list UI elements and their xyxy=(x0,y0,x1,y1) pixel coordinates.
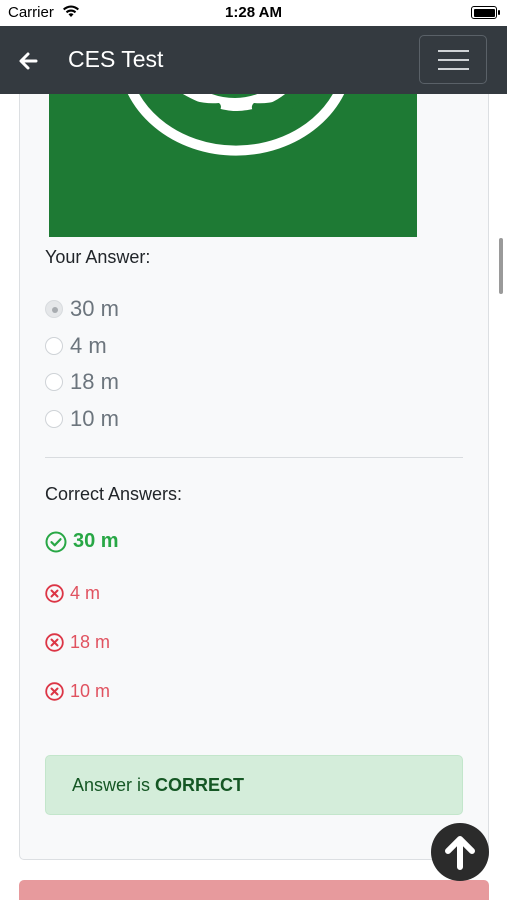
correct-answers-label: Correct Answers: xyxy=(45,484,183,504)
x-circle-icon xyxy=(45,633,64,652)
answer-text: 4 m xyxy=(70,583,101,603)
next-card-edge xyxy=(19,880,489,900)
answer-option[interactable]: 4 m xyxy=(45,331,107,361)
check-circle-icon xyxy=(45,531,67,552)
incorrect-answer-item: 18 m xyxy=(45,632,110,653)
result-alert: Answer is CORRECT xyxy=(45,755,463,815)
answer-option[interactable]: 30 m xyxy=(45,294,119,324)
answer-option[interactable]: 10 m xyxy=(45,404,119,434)
question-card xyxy=(19,94,489,860)
status-bar: Carrier 1:28 AM xyxy=(0,0,507,26)
arrow-left-icon[interactable] xyxy=(14,48,44,74)
answer-text: 18 m xyxy=(70,632,111,652)
radio-button-selected[interactable] xyxy=(45,300,63,318)
answer-option[interactable]: 18 m xyxy=(45,367,119,397)
navbar: CES Test xyxy=(0,26,507,94)
battery-icon xyxy=(471,6,500,19)
arrow-up-icon xyxy=(445,836,475,870)
main-content[interactable]: Your Answer: 30 m 4 m 18 m 10 m Correct … xyxy=(0,94,507,900)
correct-answer-item: 30 m xyxy=(45,530,119,553)
status-time: 1:28 AM xyxy=(225,4,282,21)
radio-button[interactable] xyxy=(45,337,63,355)
scrollbar[interactable] xyxy=(499,238,503,294)
divider xyxy=(45,457,463,458)
hamburger-menu-button[interactable] xyxy=(419,35,487,84)
your-answer-label: Your Answer: xyxy=(45,247,151,267)
x-circle-icon xyxy=(45,584,64,603)
scroll-to-top-button[interactable] xyxy=(431,823,489,881)
option-label: 4 m xyxy=(70,333,107,358)
option-label: 18 m xyxy=(70,369,119,394)
hamburger-bar xyxy=(438,68,469,70)
incorrect-answer-item: 10 m xyxy=(45,681,110,702)
road-sign-image xyxy=(49,94,417,237)
hamburger-menu-icon xyxy=(438,50,469,52)
radio-button[interactable] xyxy=(45,373,63,391)
x-circle-icon xyxy=(45,682,64,701)
radio-button[interactable] xyxy=(45,410,63,428)
result-prefix: Answer is xyxy=(72,774,151,795)
answer-text: 10 m xyxy=(70,681,111,701)
incorrect-answer-item: 4 m xyxy=(45,583,100,604)
hamburger-bar xyxy=(438,59,469,61)
page-title: CES Test xyxy=(68,46,164,72)
result-value: CORRECT xyxy=(155,774,245,795)
option-label: 30 m xyxy=(70,296,119,321)
answer-text: 30 m xyxy=(73,530,119,552)
option-label: 10 m xyxy=(70,406,119,431)
